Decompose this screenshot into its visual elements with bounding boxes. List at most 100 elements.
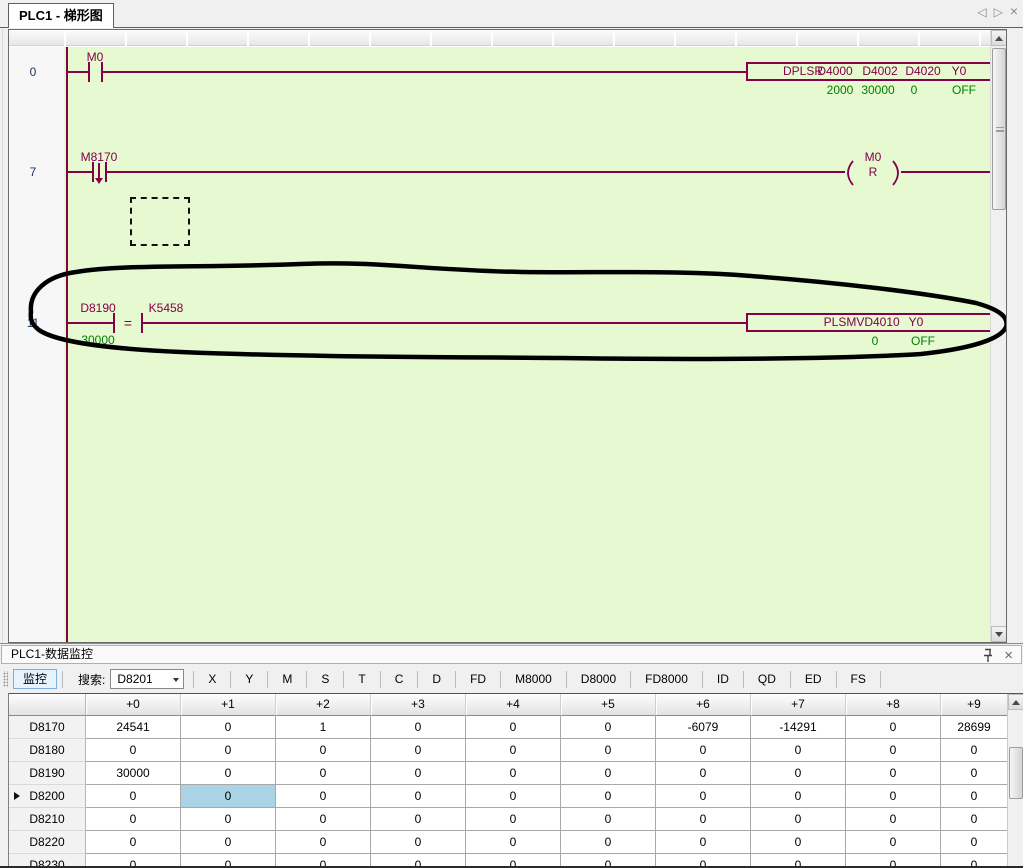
device-filter-button-s[interactable]: S xyxy=(312,669,338,689)
grid-cell[interactable]: 28699 xyxy=(941,716,1008,739)
tab-close-icon[interactable]: × xyxy=(1010,5,1018,19)
grid-cell[interactable]: 0 xyxy=(846,831,941,854)
grid-cell[interactable]: 0 xyxy=(656,808,751,831)
device-filter-button-m[interactable]: M xyxy=(273,669,301,689)
grid-cell[interactable]: 0 xyxy=(466,716,561,739)
grid-cell[interactable]: 0 xyxy=(751,785,846,808)
device-filter-button-fs[interactable]: FS xyxy=(842,669,875,689)
grid-cell[interactable]: 0 xyxy=(561,785,656,808)
grid-cell[interactable]: 0 xyxy=(656,785,751,808)
grid-cell[interactable]: 0 xyxy=(941,831,1008,854)
device-filter-button-fd[interactable]: FD xyxy=(461,669,495,689)
grid-cell[interactable]: 24541 xyxy=(86,716,181,739)
grid-cell[interactable]: 0 xyxy=(561,808,656,831)
grid-cell[interactable]: 0 xyxy=(181,785,276,808)
grid-cell[interactable]: 0 xyxy=(276,831,371,854)
grid-cell[interactable]: 0 xyxy=(941,762,1008,785)
grid-cell[interactable]: 0 xyxy=(466,762,561,785)
grid-cell[interactable]: 0 xyxy=(751,739,846,762)
grid-cell[interactable]: 0 xyxy=(86,785,181,808)
monitor-toggle-button[interactable]: 监控 xyxy=(13,669,57,689)
grid-cell[interactable]: 0 xyxy=(371,762,466,785)
device-filter-button-x[interactable]: X xyxy=(199,669,225,689)
grid-cell[interactable]: 0 xyxy=(846,739,941,762)
grid-cell[interactable]: 0 xyxy=(941,808,1008,831)
tab-plc1-ladder[interactable]: PLC1 - 梯形图 xyxy=(8,3,114,28)
grid-cell[interactable]: 0 xyxy=(751,762,846,785)
row-header[interactable]: D8190 xyxy=(9,762,86,785)
grid-cell[interactable]: 0 xyxy=(276,739,371,762)
grid-cell[interactable]: 0 xyxy=(371,808,466,831)
grid-cell[interactable]: 0 xyxy=(371,831,466,854)
nav-next-icon[interactable]: ▷ xyxy=(994,5,1003,19)
grid-cell[interactable]: 0 xyxy=(371,716,466,739)
grid-cell[interactable]: 0 xyxy=(561,739,656,762)
grid-cell[interactable]: 0 xyxy=(181,831,276,854)
row-header[interactable]: D8180 xyxy=(9,739,86,762)
grid-cell[interactable]: 0 xyxy=(846,716,941,739)
grid-cell[interactable]: 0 xyxy=(181,762,276,785)
grid-cell[interactable]: 0 xyxy=(561,762,656,785)
device-filter-button-d[interactable]: D xyxy=(423,669,450,689)
device-filter-button-fd8000[interactable]: FD8000 xyxy=(636,669,697,689)
ladder-scrollbar[interactable] xyxy=(990,30,1006,642)
grid-cell[interactable]: 0 xyxy=(181,808,276,831)
grid-cell[interactable]: 0 xyxy=(86,831,181,854)
grid-cell[interactable]: 0 xyxy=(466,785,561,808)
grid-cell[interactable]: 0 xyxy=(941,739,1008,762)
nav-prev-icon[interactable]: ◁ xyxy=(977,5,986,19)
selection-cursor[interactable] xyxy=(130,197,190,246)
grid-cell[interactable]: 0 xyxy=(466,739,561,762)
device-filter-button-m8000[interactable]: M8000 xyxy=(506,669,561,689)
grid-cell[interactable]: 0 xyxy=(656,762,751,785)
instruction-box-dplsr[interactable]: DPLSR D4000 D4002 D4020 Y0 xyxy=(746,62,994,81)
device-filter-button-y[interactable]: Y xyxy=(236,669,262,689)
contact-m0[interactable] xyxy=(88,62,90,82)
grid-cell[interactable]: 0 xyxy=(466,808,561,831)
row-header[interactable]: D8170 xyxy=(9,716,86,739)
grid-cell[interactable]: 0 xyxy=(846,808,941,831)
grid-cell[interactable]: 0 xyxy=(276,762,371,785)
device-search-combobox[interactable]: D8201 xyxy=(110,669,184,689)
grid-cell[interactable]: 0 xyxy=(846,762,941,785)
panel-close-icon[interactable]: × xyxy=(1004,650,1013,662)
row-header[interactable]: D8200 xyxy=(9,785,86,808)
grid-cell[interactable]: 30000 xyxy=(86,762,181,785)
scroll-down-button[interactable] xyxy=(991,626,1007,642)
grid-cell[interactable]: 0 xyxy=(86,739,181,762)
instruction-box-plsmv[interactable]: PLSMV D4010 Y0 xyxy=(746,313,994,332)
grid-cell[interactable]: 0 xyxy=(751,831,846,854)
grid-cell[interactable]: 0 xyxy=(751,808,846,831)
grid-cell[interactable]: 0 xyxy=(86,808,181,831)
row-header[interactable]: D8220 xyxy=(9,831,86,854)
grid-scrollbar[interactable] xyxy=(1007,694,1023,868)
grid-cell[interactable]: -14291 xyxy=(751,716,846,739)
grid-cell[interactable]: 0 xyxy=(656,739,751,762)
grid-cell[interactable]: 0 xyxy=(656,831,751,854)
pin-icon[interactable] xyxy=(982,648,994,663)
grid-cell[interactable]: 0 xyxy=(276,808,371,831)
grid-cell[interactable]: 1 xyxy=(276,716,371,739)
device-filter-button-c[interactable]: C xyxy=(386,669,413,689)
grid-cell[interactable]: 0 xyxy=(846,785,941,808)
device-filter-button-ed[interactable]: ED xyxy=(796,669,831,689)
device-filter-button-id[interactable]: ID xyxy=(708,669,738,689)
contact-m8170-falling[interactable] xyxy=(92,162,94,182)
grid-cell[interactable]: 0 xyxy=(561,716,656,739)
grid-cell[interactable]: 0 xyxy=(181,739,276,762)
grid-cell[interactable]: 0 xyxy=(371,739,466,762)
row-header[interactable]: D8210 xyxy=(9,808,86,831)
grid-cell[interactable]: 0 xyxy=(941,785,1008,808)
device-filter-button-d8000[interactable]: D8000 xyxy=(572,669,625,689)
grid-cell[interactable]: 0 xyxy=(181,716,276,739)
grid-cell[interactable]: 0 xyxy=(561,831,656,854)
ladder-editor[interactable]: 0 7 11 M0 DPLSR D4000 D4002 D4020 Y0 200… xyxy=(8,29,1007,643)
toolbar-grip-icon[interactable] xyxy=(3,671,8,687)
scroll-up-button[interactable] xyxy=(1008,694,1023,710)
grid-cell[interactable]: 0 xyxy=(371,785,466,808)
scrollbar-thumb[interactable] xyxy=(1009,747,1023,799)
scrollbar-thumb[interactable] xyxy=(992,48,1006,210)
grid-cell[interactable]: -6079 xyxy=(656,716,751,739)
device-filter-button-qd[interactable]: QD xyxy=(749,669,785,689)
grid-cell[interactable]: 0 xyxy=(276,785,371,808)
